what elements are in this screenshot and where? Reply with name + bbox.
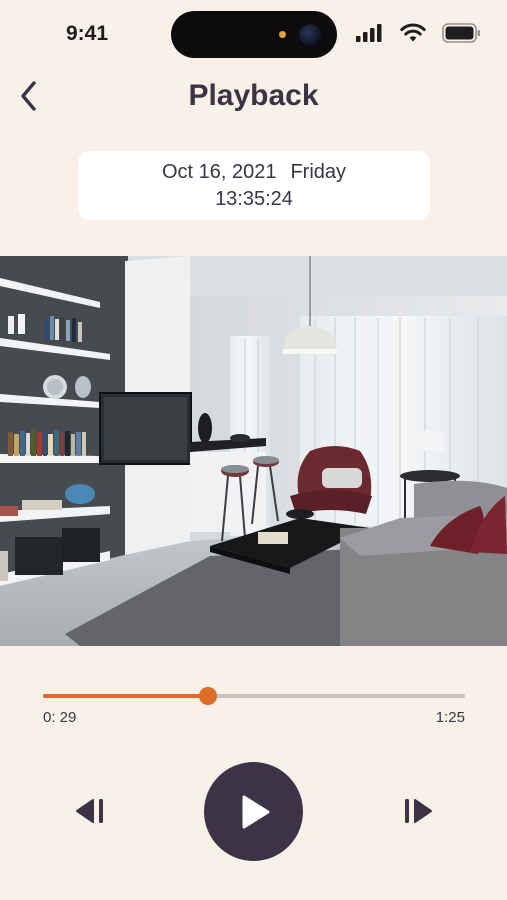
skip-next-button[interactable] [398,793,438,829]
recording-date-row: Oct 16, 2021 Friday [162,159,346,186]
recording-datetime-card: Oct 16, 2021 Friday 13:35:24 [78,151,430,220]
wifi-icon [400,23,426,42]
chevron-left-icon [21,81,36,111]
total-time-label: 1:25 [435,709,465,726]
battery-icon [442,23,481,43]
dynamic-island [171,11,337,58]
play-button[interactable] [204,762,303,861]
privacy-indicator-dot [279,31,286,38]
back-button[interactable] [8,76,48,116]
skip-previous-button[interactable] [70,793,110,829]
recording-weekday: Friday [290,160,347,183]
progress-fill [43,694,208,698]
video-frame-image [0,256,507,646]
current-time-label: 0: 29 [43,709,77,726]
recording-date: Oct 16, 2021 [161,160,277,183]
status-time: 9:41 [66,22,109,45]
page-title: Playback [188,79,319,112]
front-camera [299,24,321,46]
status-bar: 9:41 [0,0,507,70]
skip-previous-icon [76,799,103,823]
video-player[interactable] [0,256,507,646]
progress-track[interactable] [43,687,465,705]
progress-thumb[interactable] [198,687,217,705]
recording-time: 13:35:24 [215,187,293,210]
play-icon [242,795,269,828]
cellular-signal-icon [356,24,382,42]
skip-next-icon [405,799,432,823]
